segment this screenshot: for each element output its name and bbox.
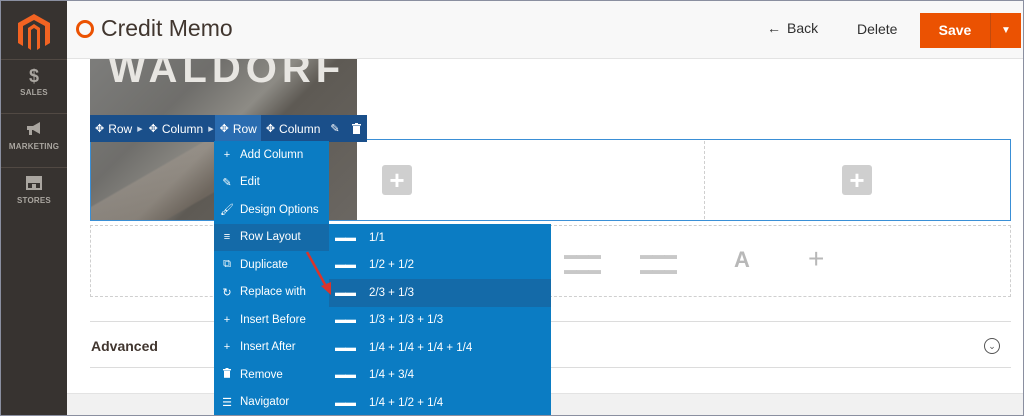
menu-item-label: Remove <box>240 368 283 381</box>
menu-item-remove[interactable]: Remove <box>214 361 329 389</box>
layout-option-label: 1/4 + 3/4 <box>369 369 415 382</box>
megaphone-icon <box>1 120 67 142</box>
layout-option-label: 2/3 + 1/3 <box>369 286 415 299</box>
back-button-label: Back <box>787 20 819 36</box>
menu-item-edit[interactable]: ✎ Edit <box>214 169 329 197</box>
back-button[interactable]: ← Back <box>767 20 818 36</box>
menu-item-label: Add Column <box>240 148 304 161</box>
menu-item-design-options[interactable]: 🖌 Design Options <box>214 196 329 224</box>
layout-icon: ▬▬ <box>335 369 356 382</box>
sidebar-item-marketing[interactable]: MARKETING <box>1 113 67 167</box>
breadcrumb-column[interactable]: ✥ Column <box>144 115 208 142</box>
dollar-icon: $ <box>28 66 39 86</box>
move-icon: ✥ <box>95 123 105 135</box>
breadcrumb-row[interactable]: ✥ Row <box>90 115 136 142</box>
layout-option-label: 1/4 + 1/4 + 1/4 + 1/4 <box>369 341 473 354</box>
magento-logo-icon[interactable] <box>16 13 52 53</box>
breadcrumb-column[interactable]: ✥ Column <box>261 115 325 142</box>
menu-item-navigator[interactable]: ☰ Navigator <box>214 389 329 416</box>
layout-icon: ▬▬ <box>335 231 356 244</box>
advanced-section-title[interactable]: Advanced <box>91 338 158 354</box>
row-layout-submenu: ▬▬ 1/1 ▬▬ 1/2 + 1/2 ▬▬ 2/3 + 1/3 ▬▬ 1/3 + 1/… <box>329 224 551 416</box>
menu-item-label: Insert After <box>240 341 296 354</box>
annotation-arrow-icon <box>305 251 331 295</box>
add-element-button[interactable]: + <box>842 165 872 195</box>
layout-option-label: 1/3 + 1/3 + 1/3 <box>369 314 444 327</box>
add-element-button[interactable]: + <box>382 165 412 195</box>
menu-item-label: Row Layout <box>240 231 301 244</box>
title-circle-icon <box>76 20 94 38</box>
layout-icon: ▬▬ <box>335 286 356 299</box>
plus-icon: + <box>223 148 231 161</box>
rows-icon: ≡ <box>223 231 231 244</box>
layout-option-label: 1/2 + 1/2 <box>369 259 415 272</box>
menu-item-insert-before[interactable]: + Insert Before <box>214 306 329 334</box>
layout-option-1-1[interactable]: ▬▬ 1/1 <box>329 224 551 252</box>
menu-item-insert-after[interactable]: + Insert After <box>214 334 329 362</box>
menu-item-label: Edit <box>240 176 260 189</box>
caret-down-icon: ▼ <box>1001 25 1011 36</box>
menu-item-label: Design Options <box>240 203 319 216</box>
move-icon: ✥ <box>219 123 229 135</box>
menu-item-label: Navigator <box>240 396 290 409</box>
save-dropdown-button[interactable]: ▼ <box>990 13 1021 48</box>
column-divider <box>704 141 705 219</box>
layout-option-1-4-1-2-1-4[interactable]: ▬▬ 1/4 + 1/2 + 1/4 <box>329 389 551 416</box>
layout-placeholder-icon: ▬▬▬ ▬▬▬ <box>564 247 601 277</box>
breadcrumb-row-active[interactable]: ✥ Row <box>214 115 261 142</box>
arrow-left-icon: ← <box>767 20 781 36</box>
menu-item-label: Duplicate <box>240 258 288 271</box>
layout-icon: ▬▬ <box>335 341 356 354</box>
layout-option-1-2-1-2[interactable]: ▬▬ 1/2 + 1/2 <box>329 252 551 280</box>
delete-button[interactable]: Delete <box>857 21 897 37</box>
layout-option-label: 1/1 <box>369 231 385 244</box>
replace-icon: ↻ <box>222 286 232 299</box>
sidebar-item-stores[interactable]: STORES <box>1 167 67 221</box>
page-title: Credit Memo <box>101 15 233 41</box>
move-icon: ✥ <box>265 123 276 135</box>
menu-item-label: Insert Before <box>240 313 306 326</box>
sidebar-item-label: MARKETING <box>8 142 60 151</box>
layout-option-1-3-x3[interactable]: ▬▬ 1/3 + 1/3 + 1/3 <box>329 307 551 335</box>
admin-sidebar: $ SALES MARKETING STORES <box>1 1 67 415</box>
layout-placeholder-icon: ▬▬▬ ▬▬▬ <box>640 247 677 277</box>
layout-option-1-4-x4[interactable]: ▬▬ 1/4 + 1/4 + 1/4 + 1/4 <box>329 334 551 362</box>
plus-icon: + <box>223 313 231 326</box>
trash-icon <box>214 368 240 381</box>
trash-icon[interactable] <box>346 115 367 142</box>
breadcrumb-label: Column <box>161 121 204 136</box>
menu-item-row-layout[interactable]: ≡ Row Layout <box>214 223 329 251</box>
breadcrumb-label: Row <box>232 121 257 136</box>
element-breadcrumb-toolbar: ✥ Row ▶ ✥ Column ▶ ✥ Row ✥ Column ✎ <box>90 115 367 142</box>
store-icon <box>1 174 67 196</box>
layout-option-label: 1/4 + 1/2 + 1/4 <box>369 396 444 409</box>
chevron-down-icon[interactable]: ⌄ <box>984 338 1000 354</box>
layout-icon: ▬▬ <box>335 259 356 272</box>
sidebar-item-label: SALES <box>20 88 48 97</box>
banner-image-text: WALDORF <box>108 59 346 91</box>
breadcrumb-label: Column <box>279 121 321 136</box>
pencil-icon: ✎ <box>222 176 232 189</box>
page-header: Credit Memo ← Back Delete Save ▼ <box>67 1 1023 59</box>
brush-icon: 🖌 <box>220 204 234 217</box>
breadcrumb-separator-icon: ▶ <box>208 125 214 133</box>
menu-item-add-column[interactable]: + Add Column <box>214 141 329 169</box>
move-icon: ✥ <box>148 123 158 135</box>
edit-pencil-icon[interactable]: ✎ <box>324 115 345 142</box>
text-block-placeholder-icon: A <box>734 247 750 272</box>
plus-icon: + <box>223 341 231 354</box>
breadcrumb-label: Row <box>108 121 133 136</box>
sidebar-item-label: STORES <box>17 196 51 205</box>
save-button[interactable]: Save <box>920 13 990 48</box>
layout-option-1-4-3-4[interactable]: ▬▬ 1/4 + 3/4 <box>329 362 551 390</box>
layout-option-2-3-1-3[interactable]: ▬▬ 2/3 + 1/3 <box>329 279 551 307</box>
sidebar-item-sales[interactable]: $ SALES <box>1 59 67 113</box>
menu-item-label: Replace with <box>240 286 306 299</box>
layout-icon: ▬▬ <box>335 314 356 327</box>
duplicate-icon: ⧉ <box>223 258 231 271</box>
layers-icon: ☰ <box>222 396 232 409</box>
layout-icon: ▬▬ <box>335 396 356 409</box>
add-block-plus-icon[interactable]: + <box>808 243 824 275</box>
breadcrumb-separator-icon: ▶ <box>137 125 143 133</box>
